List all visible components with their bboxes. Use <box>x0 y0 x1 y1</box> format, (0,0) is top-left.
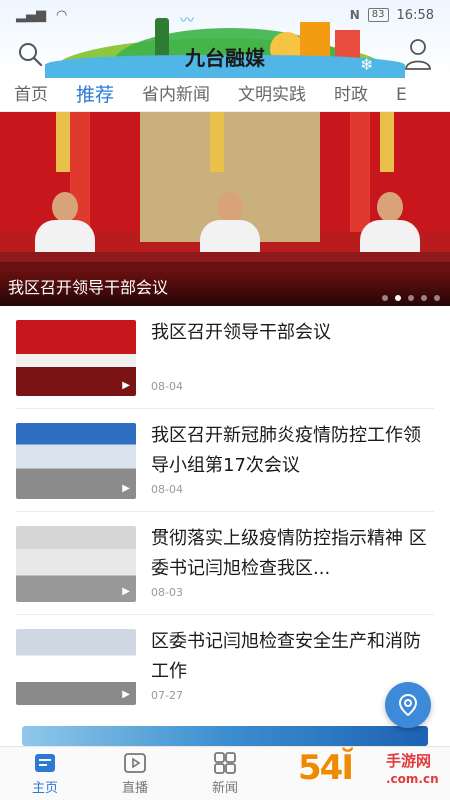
user-profile-icon[interactable] <box>404 38 432 70</box>
news-date: 07-27 <box>151 689 183 702</box>
tab-province-news[interactable]: 省内新闻 <box>128 78 224 111</box>
watermark-line2: .com.cn <box>386 772 439 786</box>
carousel-dot[interactable] <box>382 295 388 301</box>
nav-live[interactable]: 直播 <box>90 747 180 800</box>
tab-civilization[interactable]: 文明实践 <box>224 78 320 111</box>
tab-politics[interactable]: 时政 <box>320 78 382 111</box>
news-item[interactable]: ▶ 贯彻落实上级疫情防控指示精神 区委书记闫旭检查我区... 08-03 <box>16 512 434 615</box>
hero-image-flag-tassel <box>210 112 224 172</box>
play-icon: ▶ <box>122 586 130 597</box>
news-item[interactable]: ▶ 我区召开领导干部会议 08-04 <box>16 306 434 409</box>
nav-news[interactable]: 新闻 <box>180 747 270 800</box>
app-title: 九台融媒 <box>185 46 265 70</box>
grid-icon <box>214 751 236 774</box>
location-pin-icon <box>398 693 418 717</box>
tab-recommended[interactable]: 推荐 <box>62 78 128 111</box>
watermark-logo: 54Ĭ 手游网 .com.cn <box>298 748 448 796</box>
news-item[interactable]: ▶ 我区召开新冠肺炎疫情防控工作领导小组第17次会议 08-04 <box>16 409 434 512</box>
hero-image-flag-tassel <box>56 112 70 172</box>
battery-indicator: 83 <box>367 8 389 22</box>
nav-live-label: 直播 <box>121 780 148 796</box>
hero-carousel[interactable]: 我区召开领导干部会议 <box>0 112 450 306</box>
news-list: ▶ 我区召开领导干部会议 08-04 ▶ 我区召开新冠肺炎疫情防控工作领导小组第… <box>0 306 450 718</box>
news-thumbnail: ▶ <box>16 320 136 396</box>
play-icon: ▶ <box>122 380 130 391</box>
wifi-icon: ◠ <box>56 7 68 23</box>
nav-news-label: 新闻 <box>211 780 238 796</box>
carousel-dot[interactable] <box>434 295 440 301</box>
watermark-big-text: 54Ĭ <box>298 748 354 788</box>
home-icon <box>35 753 55 772</box>
news-thumbnail: ▶ <box>16 629 136 705</box>
news-thumbnail: ▶ <box>16 423 136 499</box>
channel-tabs: 首页 推荐 省内新闻 文明实践 时政 E <box>0 78 450 112</box>
news-thumbnail: ▶ <box>16 526 136 602</box>
app-screen: ❄ 〰 九台融媒 ▂▄▆ ◠ N 83 16:58 首页 推荐 省内新闻 文明实… <box>0 0 450 800</box>
news-title: 我区召开领导干部会议 <box>151 322 331 343</box>
carousel-dot[interactable] <box>421 295 427 301</box>
news-title: 我区召开新冠肺炎疫情防控工作领导小组第17次会议 <box>151 425 421 476</box>
news-date: 08-04 <box>151 483 183 496</box>
location-button[interactable] <box>385 682 431 728</box>
news-title: 区委书记闫旭检查安全生产和消防工作 <box>151 631 421 682</box>
signal-icon: ▂▄▆ <box>16 7 46 23</box>
search-icon[interactable] <box>16 40 44 68</box>
promo-banner[interactable] <box>22 726 428 746</box>
play-icon: ▶ <box>122 689 130 700</box>
nav-home[interactable]: 主页 <box>0 747 90 800</box>
play-icon: ▶ <box>122 483 130 494</box>
clock: 16:58 <box>396 7 434 23</box>
news-date: 08-03 <box>151 586 183 599</box>
tab-more[interactable]: E <box>382 78 421 111</box>
watermark-line1: 手游网 <box>386 752 432 770</box>
carousel-dot-active[interactable] <box>395 295 401 301</box>
nfc-icon: N <box>349 8 360 22</box>
carousel-dot[interactable] <box>408 295 414 301</box>
video-icon <box>124 752 146 773</box>
status-bar: ▂▄▆ ◠ N 83 16:58 <box>0 0 450 30</box>
hero-image-flag-tassel <box>380 112 394 172</box>
carousel-indicator <box>382 295 440 301</box>
news-item[interactable]: ▶ 区委书记闫旭检查安全生产和消防工作 07-27 <box>16 615 434 718</box>
news-title: 贯彻落实上级疫情防控指示精神 区委书记闫旭检查我区... <box>151 528 427 579</box>
tab-home[interactable]: 首页 <box>0 78 62 111</box>
nav-home-label: 主页 <box>31 780 58 796</box>
news-date: 08-04 <box>151 380 183 393</box>
